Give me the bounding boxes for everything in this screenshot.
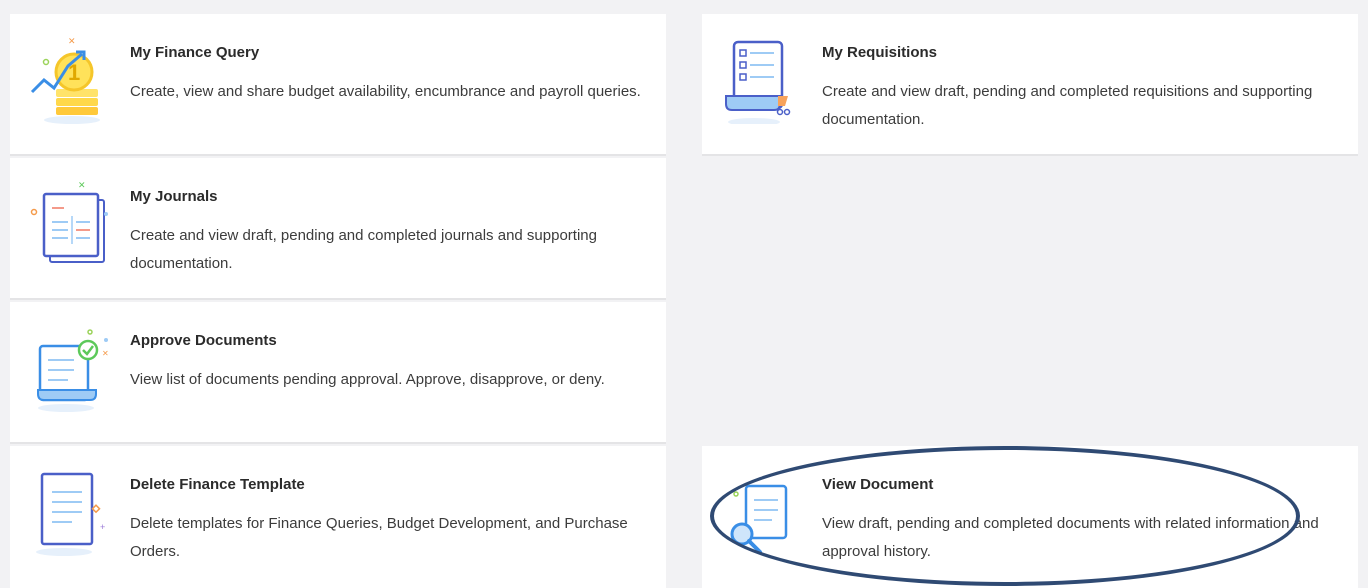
card-description: Delete templates for Finance Queries, Bu… [130, 515, 628, 560]
card-description: View list of documents pending approval.… [130, 371, 605, 388]
svg-text:+: + [100, 522, 105, 532]
card-title[interactable]: Delete Finance Template [130, 476, 305, 493]
svg-text:✕: ✕ [68, 36, 76, 46]
finance-query-card[interactable]: 1 ✕ My Finance Query Create, view and sh… [10, 14, 666, 156]
approved-document-icon: ✕ [37, 329, 108, 412]
journal-icon: ✕ [30, 180, 108, 263]
card-description: Create, view and share budget availabili… [130, 83, 641, 100]
card-title[interactable]: Approve Documents [130, 332, 277, 349]
card-title[interactable]: View Document [822, 476, 933, 493]
template-document-icon: + [36, 472, 105, 556]
card-title[interactable]: My Finance Query [130, 44, 259, 61]
card-description: View draft, pending and completed docume… [822, 515, 1319, 560]
journals-card[interactable]: ✕ My Journals Create and view draft, pen… [10, 158, 666, 300]
card-description: Create and view draft, pending and compl… [822, 83, 1313, 128]
view-document-card[interactable]: View Document View draft, pending and co… [702, 446, 1358, 588]
card-title[interactable]: My Requisitions [822, 44, 937, 61]
card-title[interactable]: My Journals [130, 188, 218, 205]
requisitions-card[interactable]: My Requisitions Create and view draft, p… [702, 14, 1358, 156]
coin-stack-icon: 1 ✕ [30, 36, 100, 124]
requisition-list-icon [725, 40, 791, 124]
document-search-icon [730, 484, 788, 554]
svg-text:✕: ✕ [102, 349, 108, 358]
approve-documents-card[interactable]: ✕ Approve Documents View list of documen… [10, 302, 666, 444]
card-description: Create and view draft, pending and compl… [130, 227, 597, 272]
delete-finance-template-card[interactable]: + Delete Finance Template Delete templat… [10, 446, 666, 588]
svg-text:✕: ✕ [78, 180, 86, 190]
